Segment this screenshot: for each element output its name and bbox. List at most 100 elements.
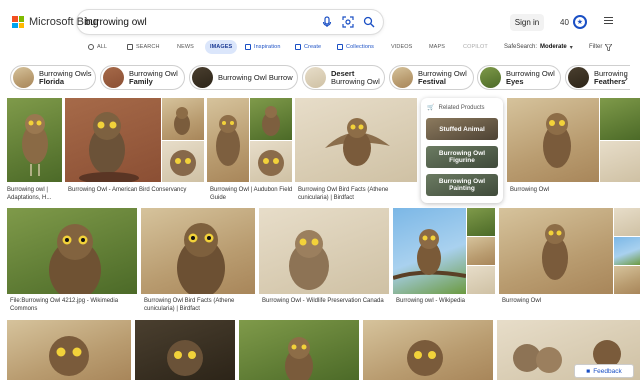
related-chip[interactable]: Burrowing Owl Family — [100, 65, 185, 90]
chip-line1: Burrowing Owl Burrow — [218, 72, 293, 82]
image-caption[interactable]: Burrowing Owl | Audubon Field Guide — [210, 186, 294, 202]
tab-inspiration[interactable]: Inspiration — [245, 40, 280, 54]
image-result[interactable] — [259, 208, 389, 294]
image-result[interactable] — [135, 320, 235, 380]
image-result[interactable] — [162, 141, 204, 182]
tab-create[interactable]: Create — [295, 40, 321, 54]
image-result[interactable] — [207, 98, 249, 182]
chip-thumbnail — [305, 67, 326, 88]
image-result[interactable] — [600, 141, 640, 182]
image-result[interactable] — [507, 98, 599, 182]
owl-photo — [170, 150, 196, 176]
image-result[interactable] — [295, 98, 417, 182]
search-box[interactable] — [77, 10, 383, 34]
image-result[interactable] — [614, 208, 640, 236]
image-result[interactable] — [467, 266, 495, 294]
chip-thumbnail — [480, 67, 501, 88]
bulb-icon — [245, 44, 251, 50]
image-result[interactable] — [250, 141, 292, 182]
chip-thumbnail — [192, 67, 213, 88]
image-result[interactable] — [141, 208, 255, 294]
tab-label: SEARCH — [136, 44, 160, 50]
image-caption[interactable]: Burrowing Owl — [502, 297, 602, 305]
related-products-panel: 🛒 Related Products Stuffed Animal Burrow… — [421, 98, 503, 203]
chevron-right-icon[interactable]: › — [624, 71, 628, 85]
feedback-button[interactable]: ■ Feedback — [574, 364, 634, 378]
owl-photo — [49, 224, 101, 294]
feedback-icon: ■ — [586, 367, 591, 375]
vertical-tabs: ALL SEARCH NEWS IMAGES Inspiration Creat… — [0, 40, 640, 54]
chip-thumbnail — [568, 67, 589, 88]
sign-in-button[interactable]: Sign in — [510, 14, 544, 31]
chip-thumbnail — [13, 67, 34, 88]
filter-label: Filter — [589, 44, 603, 50]
owl-photo — [262, 106, 280, 136]
image-result[interactable] — [499, 208, 613, 294]
owl-photo — [407, 340, 443, 376]
visual-search-icon[interactable] — [342, 16, 354, 28]
related-chip[interactable]: Burrowing Owl Eyes — [477, 65, 561, 90]
image-result[interactable] — [467, 208, 495, 236]
filter-button[interactable]: Filter — [589, 41, 613, 53]
tab-news[interactable]: NEWS — [177, 40, 194, 54]
search-input[interactable] — [85, 16, 321, 28]
owl-photo — [325, 118, 390, 166]
image-caption[interactable]: Burrowing owl | Adaptations, H... — [7, 186, 65, 202]
image-result[interactable] — [7, 320, 131, 380]
search-icon[interactable] — [363, 16, 375, 28]
image-result[interactable] — [614, 266, 640, 294]
tab-label: Collections — [346, 44, 375, 50]
chip-thumbnail — [103, 67, 124, 88]
image-caption[interactable]: Burrowing Owl - American Bird Conservanc… — [68, 186, 206, 194]
microsoft-logo-icon — [12, 16, 24, 28]
image-caption[interactable]: Burrowing Owl - Wildlife Preservation Ca… — [262, 297, 390, 313]
chip-line2: Burrowing Owl — [331, 76, 380, 86]
related-chip[interactable]: Burrowing Owl Festival — [389, 65, 474, 90]
tab-copilot[interactable]: COPILOT — [463, 40, 488, 54]
tab-collections[interactable]: Collections — [337, 40, 374, 54]
tab-search[interactable]: SEARCH — [127, 40, 160, 54]
image-result[interactable] — [7, 208, 137, 294]
image-result[interactable] — [467, 237, 495, 265]
image-result[interactable] — [239, 320, 359, 380]
search-small-icon — [88, 44, 94, 50]
image-caption[interactable]: File:Burrowing Owl 4212.jpg - Wikimedia … — [10, 297, 138, 313]
image-caption[interactable]: Burrowing owl - Wikipedia — [396, 297, 496, 305]
tab-label: MAPS — [429, 44, 445, 50]
related-chip[interactable]: Burrowing Owl Burrow — [189, 65, 298, 90]
filter-icon — [605, 43, 613, 51]
tab-maps[interactable]: MAPS — [429, 40, 445, 54]
image-result[interactable] — [600, 98, 640, 140]
image-result[interactable] — [65, 98, 161, 182]
image-result[interactable] — [363, 320, 493, 380]
pencil-icon — [295, 44, 301, 50]
tab-images[interactable]: IMAGES — [205, 40, 238, 54]
owl-photo — [258, 150, 284, 176]
image-caption[interactable]: Burrowing Owl Bird Facts (Athene cunicul… — [298, 186, 418, 202]
menu-icon[interactable] — [604, 17, 613, 26]
safesearch-value: Moderate — [540, 44, 567, 50]
image-caption[interactable]: Burrowing Owl — [510, 186, 600, 194]
image-result[interactable] — [162, 98, 204, 140]
related-products-header: 🛒 Related Products — [427, 104, 485, 112]
feedback-label: Feedback — [593, 367, 622, 375]
image-result[interactable] — [614, 237, 640, 265]
owl-photo — [216, 115, 240, 166]
product-item[interactable]: Burrowing Owl Figurine — [426, 146, 498, 168]
related-chip[interactable]: Burrowing Feathers — [565, 65, 630, 90]
related-chip[interactable]: Burrowing Owls Florida — [10, 65, 96, 90]
microphone-icon[interactable] — [321, 16, 333, 28]
rewards-button[interactable]: 40 ★ — [560, 15, 587, 29]
safesearch-dropdown[interactable]: SafeSearch: Moderate ▾ — [504, 41, 573, 53]
image-result[interactable] — [7, 98, 62, 182]
product-item[interactable]: Stuffed Animal — [426, 118, 498, 140]
owl-photo — [167, 340, 203, 376]
product-item[interactable]: Burrowing Owl Painting — [426, 174, 498, 196]
image-result[interactable] — [393, 208, 466, 294]
tab-all[interactable]: ALL — [88, 40, 107, 54]
tab-videos[interactable]: VIDEOS — [391, 40, 412, 54]
reward-points: 40 — [560, 17, 569, 27]
related-chip[interactable]: Desert Burrowing Owl — [302, 65, 385, 90]
image-result[interactable] — [250, 98, 292, 140]
image-caption[interactable]: Burrowing Owl Bird Facts (Athene cunicul… — [144, 297, 256, 313]
